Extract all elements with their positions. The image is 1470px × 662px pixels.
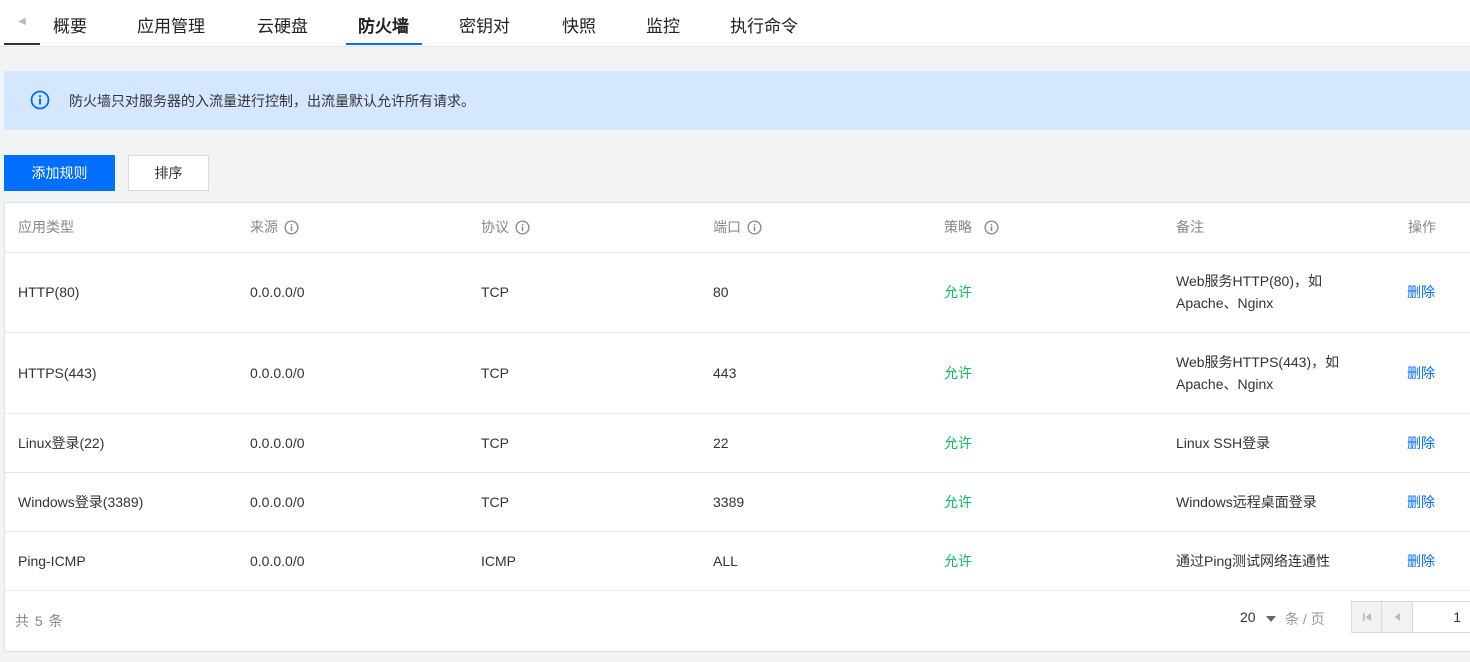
- info-notice: 防火墙只对服务器的入流量进行控制，出流量默认允许所有请求。: [4, 71, 1470, 130]
- column-header-label: 端口: [713, 219, 741, 235]
- column-header-policy: 策略: [944, 203, 999, 252]
- cell-app-type: HTTP(80): [18, 284, 80, 300]
- delete-rule-button[interactable]: 删除: [1407, 414, 1435, 472]
- note-line: Apache、Nginx: [1176, 376, 1274, 392]
- info-icon[interactable]: [515, 220, 530, 235]
- tab-snapshot[interactable]: 快照: [562, 0, 596, 46]
- page-size-select[interactable]: 20: [1240, 609, 1276, 625]
- column-header-note: 备注: [1176, 203, 1204, 252]
- delete-rule-button[interactable]: 删除: [1407, 252, 1435, 332]
- cell-source: 0.0.0.0/0: [250, 365, 305, 381]
- sort-button[interactable]: 排序: [128, 155, 209, 191]
- active-tab-indicator: [346, 43, 422, 45]
- tab-overview[interactable]: 概要: [53, 0, 87, 46]
- column-header-app-type: 应用类型: [18, 203, 74, 252]
- column-header-label: 策略: [944, 219, 972, 235]
- info-icon[interactable]: [984, 220, 999, 235]
- cell-app-type: Windows登录(3389): [18, 494, 144, 510]
- cell-policy: 允许: [944, 365, 972, 381]
- column-header-label: 来源: [250, 219, 278, 235]
- cell-port: ALL: [713, 553, 738, 569]
- tab-key-pair[interactable]: 密钥对: [459, 0, 510, 46]
- column-header-label: 备注: [1176, 219, 1204, 235]
- notice-text: 防火墙只对服务器的入流量进行控制，出流量默认允许所有请求。: [69, 93, 475, 109]
- column-header-label: 操作: [1408, 219, 1436, 235]
- delete-rule-button[interactable]: 删除: [1407, 333, 1435, 413]
- tab-back-underline: [4, 43, 40, 45]
- first-page-button[interactable]: [1351, 601, 1382, 633]
- cell-policy: 允许: [944, 494, 972, 510]
- table-row: Linux登录(22) 0.0.0.0/0 TCP 22 允许 Linux SS…: [5, 414, 1470, 473]
- tab-firewall[interactable]: 防火墙: [358, 0, 409, 46]
- cell-protocol: TCP: [481, 494, 509, 510]
- tab-app-management[interactable]: 应用管理: [137, 0, 205, 46]
- column-header-action: 操作: [1408, 203, 1436, 252]
- column-header-label: 协议: [481, 219, 509, 235]
- cell-policy: 允许: [944, 553, 972, 569]
- info-icon: [30, 90, 50, 110]
- column-header-port: 端口: [713, 203, 762, 252]
- cell-note: Linux SSH登录: [1176, 435, 1271, 451]
- column-header-label: 应用类型: [18, 219, 74, 235]
- table-footer: 共 5 条 20 条 / 页 1: [5, 591, 1470, 651]
- add-rule-button[interactable]: 添加规则: [4, 155, 115, 191]
- first-page-icon: [1362, 613, 1371, 621]
- cell-note: Web服务HTTPS(443)，如 Apache、Nginx: [1176, 333, 1339, 413]
- pagination: 1: [1351, 601, 1470, 633]
- table-header: 应用类型 来源 协议 端口 策略 备注 操作: [5, 203, 1470, 253]
- cell-source: 0.0.0.0/0: [250, 553, 305, 569]
- caret-left-icon: ◀: [18, 16, 26, 27]
- info-icon[interactable]: [747, 220, 762, 235]
- delete-rule-button[interactable]: 删除: [1407, 532, 1435, 590]
- cell-source: 0.0.0.0/0: [250, 284, 305, 300]
- cell-port: 80: [713, 284, 729, 300]
- note-line: Web服务HTTPS(443)，如: [1176, 354, 1340, 370]
- tab-cloud-disk[interactable]: 云硬盘: [257, 0, 308, 46]
- note-line: Apache、Nginx: [1176, 295, 1274, 311]
- table-row: HTTPS(443) 0.0.0.0/0 TCP 443 允许 Web服务HTT…: [5, 333, 1470, 414]
- table-row: HTTP(80) 0.0.0.0/0 TCP 80 允许 Web服务HTTP(8…: [5, 252, 1470, 333]
- delete-rule-button[interactable]: 删除: [1407, 473, 1435, 531]
- chevron-down-icon: [1265, 615, 1276, 622]
- cell-protocol: TCP: [481, 365, 509, 381]
- column-header-source: 来源: [250, 203, 299, 252]
- cell-protocol: TCP: [481, 284, 509, 300]
- tab-scroll-left-button[interactable]: ◀: [4, 12, 40, 46]
- caret-left-icon: [1394, 613, 1400, 621]
- note-line: Web服务HTTP(80)，如: [1176, 273, 1322, 289]
- cell-protocol: ICMP: [481, 553, 516, 569]
- tab-run-command[interactable]: 执行命令: [730, 0, 798, 46]
- cell-note: 通过Ping测试网络连通性: [1176, 553, 1331, 569]
- cell-port: 22: [713, 435, 729, 451]
- total-count: 共 5 条: [15, 613, 64, 629]
- cell-app-type: Ping-ICMP: [18, 553, 86, 569]
- per-page-label: 条 / 页: [1285, 611, 1325, 627]
- page-number-input[interactable]: 1: [1413, 601, 1470, 633]
- cell-port: 443: [713, 365, 737, 381]
- cell-source: 0.0.0.0/0: [250, 494, 305, 510]
- cell-note: Web服务HTTP(80)，如 Apache、Nginx: [1176, 252, 1322, 332]
- cell-policy: 允许: [944, 435, 972, 451]
- cell-note: Windows远程桌面登录: [1176, 494, 1317, 510]
- table-row: Windows登录(3389) 0.0.0.0/0 TCP 3389 允许 Wi…: [5, 473, 1470, 532]
- tab-bar: ◀ 概要 应用管理 云硬盘 防火墙 密钥对 快照 监控 执行命令: [0, 0, 1470, 47]
- cell-app-type: Linux登录(22): [18, 435, 105, 451]
- cell-protocol: TCP: [481, 435, 509, 451]
- prev-page-button[interactable]: [1382, 601, 1413, 633]
- cell-port: 3389: [713, 494, 745, 510]
- cell-policy: 允许: [944, 284, 972, 300]
- page-size-value: 20: [1240, 609, 1256, 625]
- firewall-rules-table: 应用类型 来源 协议 端口 策略 备注 操作 HTTP(80) 0.0.0.0/…: [4, 202, 1470, 652]
- info-icon[interactable]: [284, 220, 299, 235]
- tab-monitor[interactable]: 监控: [646, 0, 680, 46]
- cell-source: 0.0.0.0/0: [250, 435, 305, 451]
- table-row: Ping-ICMP 0.0.0.0/0 ICMP ALL 允许 通过Ping测试…: [5, 532, 1470, 591]
- column-header-protocol: 协议: [481, 203, 530, 252]
- cell-app-type: HTTPS(443): [18, 365, 97, 381]
